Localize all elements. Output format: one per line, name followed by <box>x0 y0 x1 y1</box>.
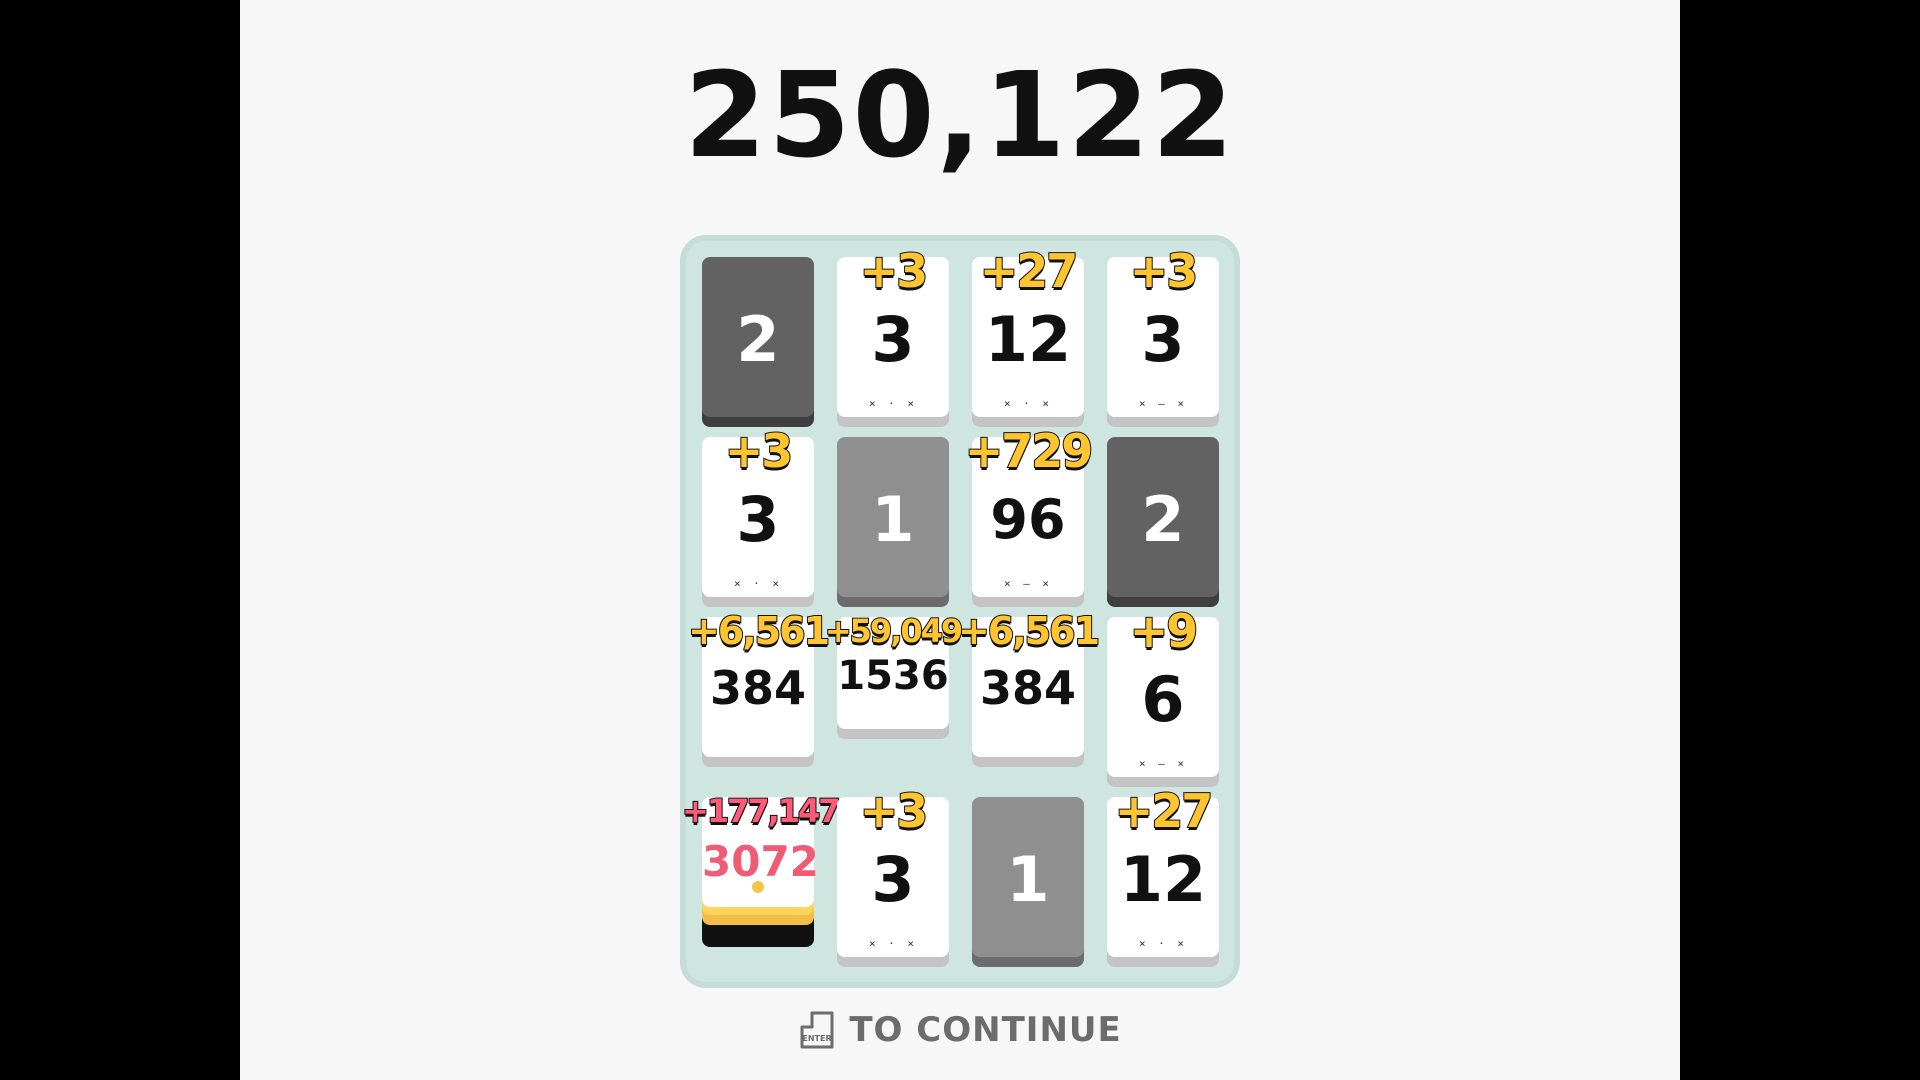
bonus-label: +177,147 <box>681 791 842 831</box>
card-face-icon: × · × <box>868 397 918 410</box>
card-value: 1 <box>871 483 915 556</box>
card-two: 2 <box>702 257 814 417</box>
card-value: 12 <box>1119 843 1207 916</box>
bonus-label: +59,049 <box>824 611 964 651</box>
board-cell: 3 × · × +3 <box>702 423 814 607</box>
bonus-label: +27 <box>979 243 1080 299</box>
total-score: 250,122 <box>684 46 1236 184</box>
card-one: 1 <box>972 797 1084 957</box>
continue-label: TO CONTINUE <box>849 1010 1122 1050</box>
card-two: 2 <box>1107 437 1219 597</box>
card-face-icon: × — × <box>1138 757 1188 770</box>
board-cell: 1536 +59,049 <box>824 611 964 787</box>
board-cell: 384 +6,561 <box>957 608 1101 787</box>
bonus-label: +27 <box>1114 783 1215 839</box>
card-value: 6 <box>1141 663 1185 736</box>
bonus-label: +3 <box>1129 243 1200 299</box>
board-cell: 3072 +177,147 <box>681 791 842 967</box>
bonus-label: +729 <box>964 423 1095 479</box>
board-cell: 12 × · × +27 <box>1107 783 1219 967</box>
card-value: 1 <box>1006 843 1050 916</box>
enter-key-icon: ENTER <box>798 1011 836 1049</box>
bonus-label: +6,561 <box>957 608 1101 654</box>
card-value: 2 <box>1141 483 1185 556</box>
game-board: 2 3 × · × +3 12 × · × +27 3 × — × +3 3 ×… <box>680 235 1240 988</box>
board-cell: 12 × · × +27 <box>972 243 1084 427</box>
board-cell: 1 <box>972 797 1084 967</box>
bonus-label: +9 <box>1129 603 1200 659</box>
board-cell: 3 × · × +3 <box>837 783 949 967</box>
game-screen: 250,122 2 3 × · × +3 12 × · × +27 3 × — … <box>240 0 1680 1080</box>
card-value: 3 <box>871 303 915 376</box>
card-face-icon: × — × <box>1003 577 1053 590</box>
card-value: 12 <box>984 303 1072 376</box>
card-value: 3 <box>871 843 915 916</box>
board-cell: 3 × · × +3 <box>837 243 949 427</box>
continue-prompt[interactable]: ENTER TO CONTINUE <box>240 1010 1680 1066</box>
board-cell: 6 × — × +9 <box>1107 603 1219 787</box>
enter-key-label: ENTER <box>803 1034 832 1043</box>
card-value: 96 <box>990 488 1066 551</box>
bonus-label: +3 <box>859 783 930 839</box>
card-face-icon: × — × <box>1138 397 1188 410</box>
card-face-icon: × · × <box>868 937 918 950</box>
card-value: 2 <box>736 303 780 376</box>
board-cell: 384 +6,561 <box>687 608 831 787</box>
board-cell: 1 <box>837 437 949 607</box>
card-value: 3 <box>736 483 780 556</box>
bonus-label: +6,561 <box>687 608 831 654</box>
card-face-icon: × · × <box>1003 397 1053 410</box>
card-face-icon: × · × <box>733 577 783 590</box>
bonus-label: +3 <box>859 243 930 299</box>
board-cell: 2 <box>702 257 814 427</box>
bonus-label: +3 <box>724 423 795 479</box>
crown-dot-icon <box>752 881 764 893</box>
card-face-icon: × · × <box>1138 937 1188 950</box>
board-cell: 2 <box>1107 437 1219 607</box>
board-cell: 3 × — × +3 <box>1107 243 1219 427</box>
card-value: 3 <box>1141 303 1185 376</box>
board-cell: 96 × — × +729 <box>964 423 1094 607</box>
card-one: 1 <box>837 437 949 597</box>
